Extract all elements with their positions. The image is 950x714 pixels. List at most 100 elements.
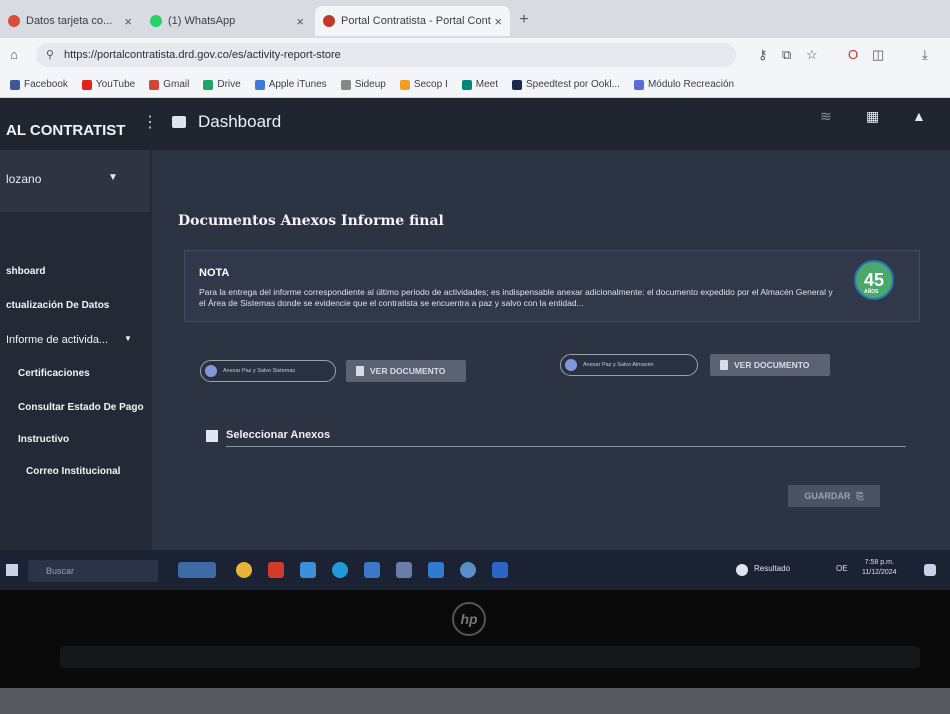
bookmark-sideup[interactable]: Sideup [340,79,386,90]
hp-logo: hp [452,602,486,636]
bookmark-label: Meet [475,79,498,90]
bookmark-label: Sideup [354,79,386,90]
guardar-button[interactable]: GUARDAR ⎘ [788,485,880,507]
close-icon[interactable]: × [494,14,502,29]
password-key-icon[interactable]: ⚷ [758,47,768,63]
edge-icon[interactable] [332,562,348,578]
install-app-icon[interactable]: ⧉ [782,47,791,63]
bookmark-facebook[interactable]: Facebook [10,79,68,90]
nota-heading: NOTA [199,267,230,279]
sidebar-item-dashboard[interactable]: shboard [6,266,45,277]
anexos-file-input[interactable] [226,446,906,447]
store-icon[interactable] [300,562,316,578]
sidebar-item-informe-actividades[interactable]: Informe de activida... [6,334,108,346]
chrome-icon[interactable] [236,562,252,578]
chevron-down-icon: ▼ [124,334,132,343]
app-header: AL CONTRATIST ⋮ Dashboard ≋ ▦ ▲ [0,98,950,150]
card-title: Documentos Anexos Informe final [178,213,444,229]
bookmark-label: Gmail [163,79,190,90]
pill-label: Anexar Paz y Salvo Sistemas [223,368,296,374]
bookmark-gmail[interactable]: Gmail [149,79,189,90]
sidebar-item-instructivo[interactable]: Instructivo [18,434,69,445]
laptop-hinge [60,646,920,668]
tray-lang[interactable]: OE [836,564,848,573]
bookmarks-bar: Facebook YouTube Gmail Drive Apple iTune… [0,72,950,98]
whatsapp-icon[interactable] [460,562,476,578]
browser-tab-3-active[interactable]: Portal Contratista - Portal Cont × [315,6,510,36]
wifi-icon: ≋ [820,108,832,124]
address-bar[interactable]: ⚲ https://portalcontratista.drd.gov.co/e… [36,43,736,67]
anniversary-badge: 45 AÑOS [854,260,894,300]
bookmark-label: Facebook [24,79,68,90]
opera-icon[interactable]: O [848,47,858,62]
button-label: VER DOCUMENTO [370,366,446,376]
bookmark-secop[interactable]: Secop I [399,79,448,90]
bookmark-apple-itunes[interactable]: Apple iTunes [254,79,327,90]
tab-label: Datos tarjeta co... [26,15,113,27]
bookmark-label: Speedtest por Ookl... [525,79,620,90]
upload-paz-salvo-almacen[interactable]: Anexar Paz y Salvo Almacén [560,354,698,376]
button-label: GUARDAR [804,491,851,501]
ver-documento-button-1[interactable]: VER DOCUMENTO [346,360,466,382]
facebook-icon [10,79,20,90]
save-icon: ⎘ [856,490,864,501]
sidebar-item-certificaciones[interactable]: Certificaciones [18,368,90,379]
download-icon[interactable]: ⤓ [922,47,928,63]
button-label: VER DOCUMENTO [734,360,810,370]
taskbar-search[interactable]: Buscar [28,560,158,582]
pdf-icon[interactable] [268,562,284,578]
bookmark-label: Secop I [413,79,448,90]
mail-icon[interactable] [428,562,444,578]
apple-icon [254,79,265,90]
widgets-icon[interactable] [178,562,216,578]
chevron-down-icon: ▼ [108,172,118,183]
bookmark-youtube[interactable]: YouTube [81,79,136,90]
sidebar-item-correo[interactable]: Correo Institucional [26,466,120,477]
bookmark-star-icon[interactable]: ☆ [806,47,818,63]
taskbar-clock[interactable]: 7:58 p.m. 11/12/2024 [862,558,897,578]
menu-toggle-icon[interactable]: ⋮ [142,112,158,132]
youtube-icon [81,79,92,90]
sidebar-item-consultar-pago[interactable]: Consultar Estado De Pago [18,402,144,413]
people-icon [633,79,644,90]
tab-label: Portal Contratista - Portal Cont [341,15,491,27]
grid-icon[interactable]: ▦ [866,108,879,125]
upload-paz-salvo-sistemas[interactable]: Anexar Paz y Salvo Sistemas [200,360,336,382]
document-icon [720,360,728,370]
browser-tab-strip: Datos tarjeta co... × (1) WhatsApp × Por… [0,0,950,38]
bell-icon[interactable]: ▲ [912,108,926,124]
close-icon[interactable]: × [124,14,132,29]
browser-active-icon[interactable] [396,562,412,578]
close-icon[interactable]: × [296,14,304,29]
notification-icon[interactable] [924,564,936,576]
browser-tab-2[interactable]: (1) WhatsApp × [142,6,312,36]
user-name: lozano [6,172,42,186]
browser-tab-1[interactable]: Datos tarjeta co... × [0,6,140,36]
speedtest-icon [511,79,522,90]
laptop-bezel: hp [0,590,950,714]
bookmark-drive[interactable]: Drive [203,79,241,90]
badge-sub: AÑOS [864,289,879,295]
laptop-keyboard [0,688,950,714]
pill-label: Anexar Paz y Salvo Almacén [583,362,654,368]
bookmark-meet[interactable]: Meet [461,79,498,90]
new-tab-button[interactable]: + [514,10,534,30]
windows-start-icon[interactable] [6,564,18,576]
sidebar-user[interactable]: lozano ▼ [0,150,150,212]
ver-documento-button-2[interactable]: VER DOCUMENTO [710,354,830,376]
tray-status[interactable]: Resultado [754,564,790,573]
sidebar-item-actualizacion-datos[interactable]: ctualización De Datos [6,300,109,311]
home-icon[interactable]: ⌂ [10,47,18,62]
bookmark-modulo-recreacion[interactable]: Módulo Recreación [633,79,734,90]
word-icon[interactable] [492,562,508,578]
bookmark-speedtest[interactable]: Speedtest por Ookl... [511,79,620,90]
extensions-icon[interactable]: ◫ [872,47,884,63]
gmail-icon [149,79,160,90]
bookmark-label: YouTube [95,79,136,90]
clock-time: 7:58 p.m. [864,559,894,566]
folder-icon[interactable] [364,562,380,578]
secop-icon [399,79,410,90]
document-icon [206,430,218,442]
site-info-icon[interactable]: ⚲ [46,43,54,67]
tab-label: (1) WhatsApp [168,15,236,27]
